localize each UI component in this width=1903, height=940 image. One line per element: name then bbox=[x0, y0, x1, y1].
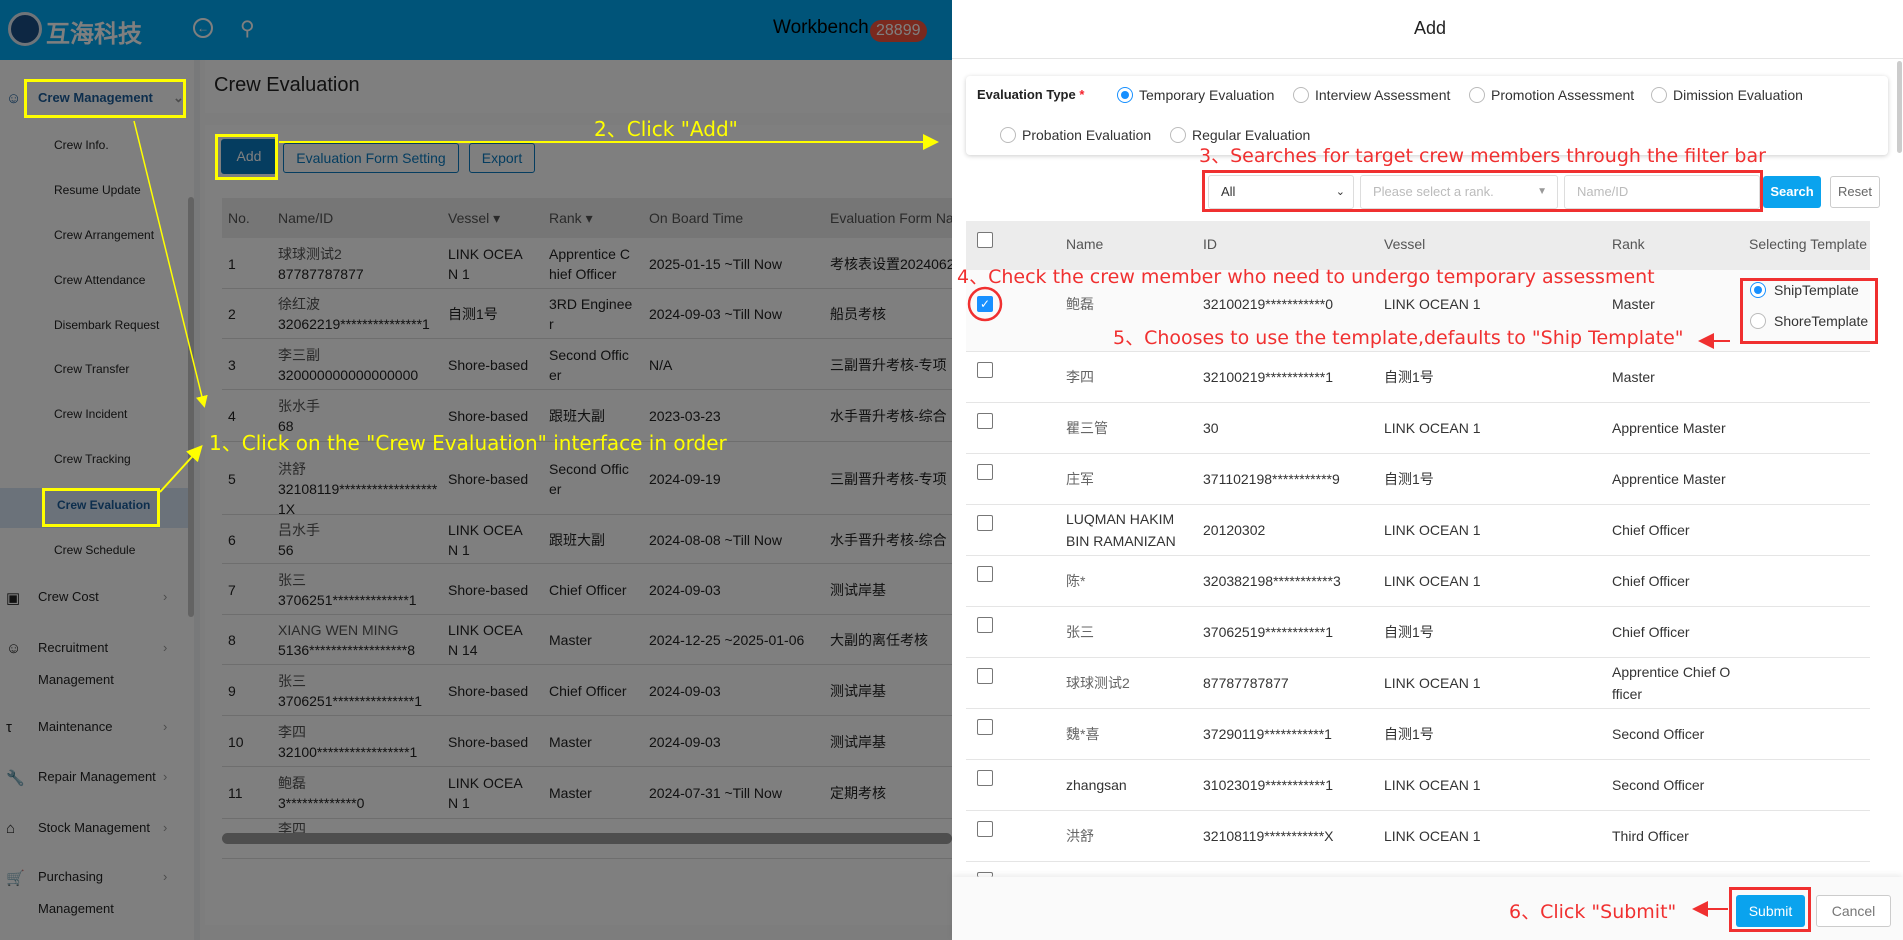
annotation-step1: 1、Click on the "Crew Evaluation" interfa… bbox=[209, 431, 727, 455]
checkbox-highlight-circle bbox=[967, 286, 1003, 322]
highlight-template bbox=[1740, 278, 1878, 344]
highlight-submit bbox=[1729, 887, 1811, 932]
highlight-crew-evaluation bbox=[42, 488, 160, 527]
arrow-step1-b bbox=[159, 445, 203, 493]
highlight-add-button bbox=[215, 134, 278, 180]
highlight-filter-bar bbox=[1202, 170, 1763, 212]
highlight-crew-management bbox=[24, 79, 186, 118]
annotation-step2: 2、Click "Add" bbox=[594, 117, 738, 141]
arrow-step1-a bbox=[133, 120, 208, 408]
annotation-step4: 4、Check the crew member who need to unde… bbox=[957, 266, 1655, 288]
annotation-step3: 3、Searches for target crew members throu… bbox=[1199, 145, 1766, 167]
annotation-step6: 6、Click "Submit" bbox=[1509, 901, 1677, 923]
annotation-step5: 5、Chooses to use the template,defaults t… bbox=[1113, 327, 1684, 349]
